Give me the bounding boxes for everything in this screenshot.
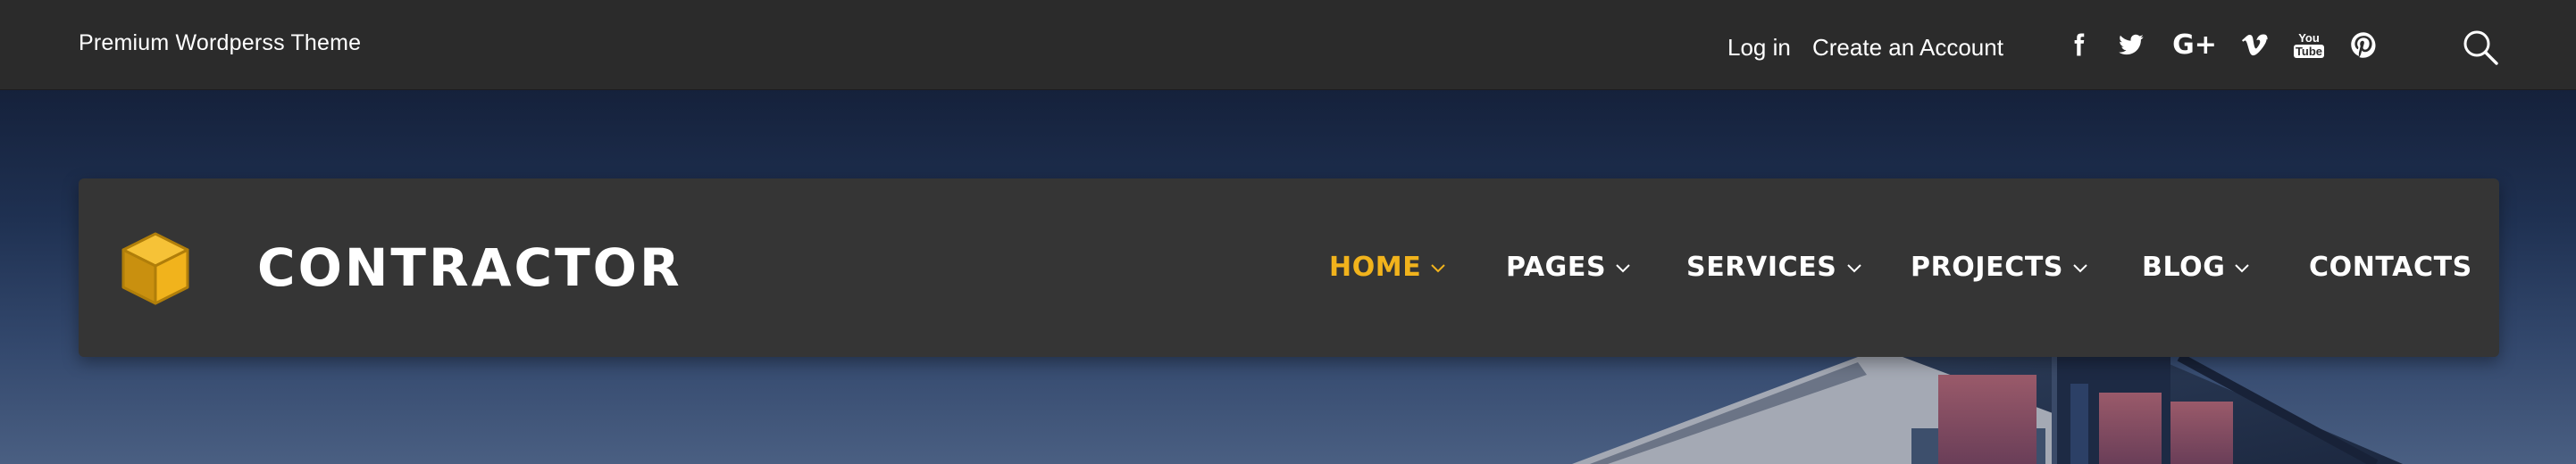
youtube-text-bottom: Tube (2293, 44, 2325, 58)
chevron-down-icon (1846, 263, 1861, 272)
nav-item-projects[interactable]: PROJECTS (1911, 252, 2088, 283)
vimeo-icon[interactable] (2237, 27, 2272, 62)
pinterest-icon[interactable] (2346, 27, 2381, 62)
chevron-down-icon (2073, 263, 2087, 272)
nav-item-contacts[interactable]: CONTACTS (2309, 252, 2472, 283)
facebook-icon[interactable] (2061, 27, 2096, 62)
google-plus-icon[interactable]: G+ (2172, 27, 2217, 62)
nav-item-label: PROJECTS (1911, 252, 2064, 283)
nav-item-pages[interactable]: PAGES (1506, 252, 1631, 283)
nav-item-services[interactable]: SERVICES (1686, 252, 1862, 283)
chevron-down-icon (1616, 263, 1630, 272)
nav-item-blog[interactable]: BLOG (2142, 252, 2250, 283)
brand-logo-text[interactable]: CONTRACTOR (257, 237, 682, 298)
search-icon[interactable] (2462, 29, 2499, 66)
nav-item-label: CONTACTS (2309, 252, 2472, 283)
nav-item-home[interactable]: HOME (1329, 252, 1446, 283)
chevron-down-icon (2235, 263, 2250, 272)
cube-logo-icon[interactable] (120, 230, 191, 307)
youtube-text-top: You (2298, 30, 2320, 45)
twitter-icon[interactable] (2113, 27, 2149, 62)
top-bar: Premium Wordperss Theme Log in Create an… (0, 0, 2576, 90)
site-tagline: Premium Wordperss Theme (79, 30, 362, 55)
youtube-icon[interactable]: You Tube (2291, 27, 2327, 62)
create-account-link[interactable]: Create an Account (1812, 34, 2003, 62)
nav-item-label: HOME (1329, 252, 1422, 283)
chevron-down-icon (1431, 263, 1446, 272)
nav-item-label: BLOG (2142, 252, 2226, 283)
nav-item-label: PAGES (1506, 252, 1607, 283)
login-link[interactable]: Log in (1727, 34, 1791, 62)
google-plus-text: G+ (2172, 29, 2217, 61)
nav-item-label: SERVICES (1686, 252, 1837, 283)
main-navigation-bar: CONTRACTOR HOME PAGES SERVICES PROJECTS … (79, 178, 2499, 357)
